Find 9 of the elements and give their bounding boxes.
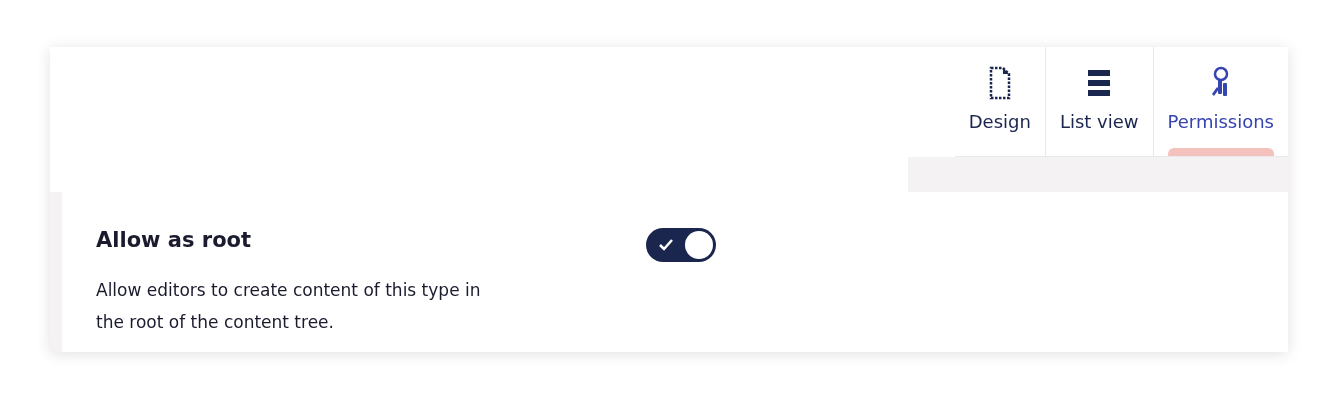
document-icon xyxy=(988,66,1011,100)
setting-title: Allow as root xyxy=(96,228,253,252)
setting-description: Allow editors to create content of this type in the root of the content tree. xyxy=(96,279,482,334)
tab[interactable]: Design xyxy=(954,47,1045,156)
toggle-switch[interactable] xyxy=(646,228,716,262)
tab[interactable]: Permissions xyxy=(1153,47,1288,156)
list-icon xyxy=(1087,68,1112,98)
check-icon xyxy=(658,238,674,252)
tab[interactable]: List view xyxy=(1045,47,1153,156)
